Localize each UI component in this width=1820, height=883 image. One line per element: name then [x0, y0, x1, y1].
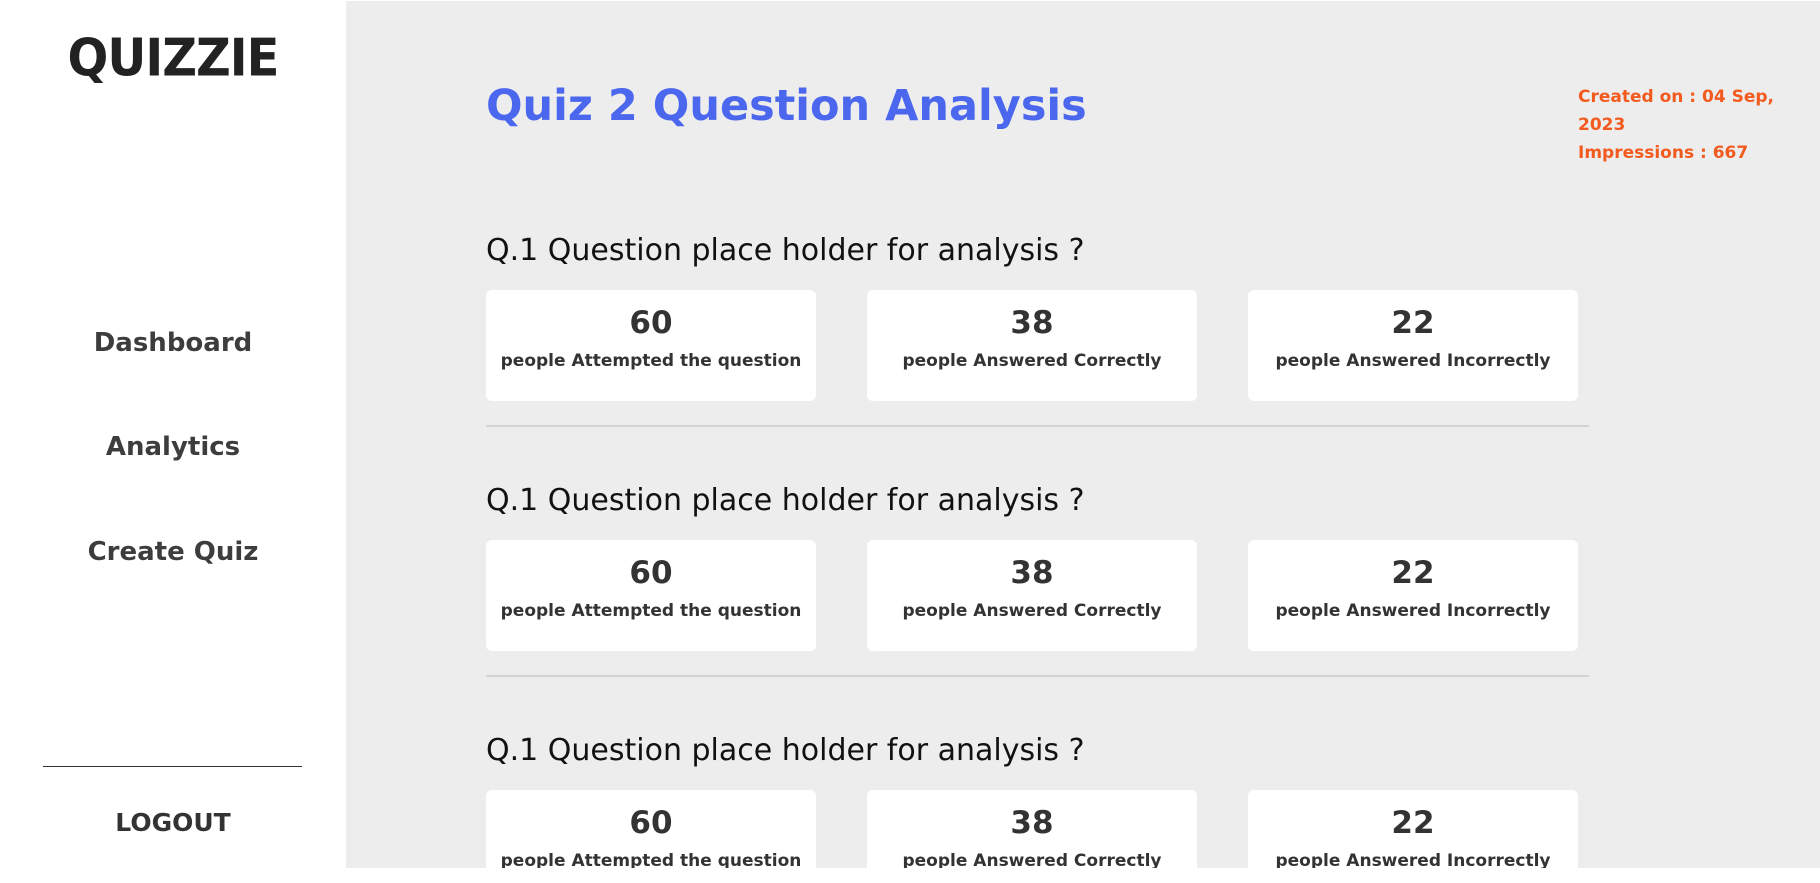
attempted-label: people Attempted the question — [500, 851, 802, 868]
impressions: Impressions : 667 — [1578, 143, 1749, 163]
attempted-card: 60 people Attempted the question — [486, 790, 816, 868]
attempted-label: people Attempted the question — [500, 601, 802, 621]
correct-count: 38 — [1010, 305, 1054, 341]
correct-card: 38 people Answered Correctly — [867, 540, 1197, 651]
question-block: Q.1 Question place holder for analysis ?… — [486, 476, 1589, 677]
incorrect-label: people Answered Incorrectly — [1275, 851, 1551, 868]
quiz-meta: Created on : 04 Sep, 2023 Impressions : … — [1578, 83, 1820, 167]
attempted-card: 60 people Attempted the question — [486, 540, 816, 651]
incorrect-label: people Answered Incorrectly — [1275, 351, 1551, 371]
correct-count: 38 — [1010, 555, 1054, 591]
page-title: Quiz 2 Question Analysis — [486, 81, 1087, 131]
question-block: Q.1 Question place holder for analysis ?… — [486, 726, 1589, 868]
attempted-card: 60 people Attempted the question — [486, 290, 816, 401]
question-block: Q.1 Question place holder for analysis ?… — [486, 226, 1589, 427]
question-text: Q.1 Question place holder for analysis ? — [486, 483, 1085, 518]
correct-label: people Answered Correctly — [902, 851, 1162, 868]
incorrect-count: 22 — [1391, 305, 1435, 341]
question-divider — [486, 425, 1589, 427]
main-panel: Quiz 2 Question Analysis Created on : 04… — [346, 1, 1820, 868]
attempted-count: 60 — [629, 555, 673, 591]
logout-button[interactable]: LOGOUT — [0, 808, 346, 837]
incorrect-label: people Answered Incorrectly — [1275, 601, 1551, 621]
logo: QUIZZIE — [67, 27, 280, 89]
nav-create-quiz[interactable]: Create Quiz — [0, 537, 346, 567]
incorrect-count: 22 — [1391, 555, 1435, 591]
question-divider — [486, 675, 1589, 677]
correct-label: people Answered Correctly — [902, 351, 1162, 371]
created-on: Created on : 04 Sep, 2023 — [1578, 87, 1774, 135]
attempted-count: 60 — [629, 305, 673, 341]
correct-card: 38 people Answered Correctly — [867, 790, 1197, 868]
attempted-count: 60 — [629, 805, 673, 841]
incorrect-count: 22 — [1391, 805, 1435, 841]
stat-cards: 60 people Attempted the question 38 peop… — [486, 290, 1589, 401]
app: QUIZZIE Dashboard Analytics Create Quiz … — [0, 0, 1820, 883]
question-text: Q.1 Question place holder for analysis ? — [486, 233, 1085, 268]
incorrect-card: 22 people Answered Incorrectly — [1248, 790, 1578, 868]
logout-divider — [43, 766, 302, 767]
stat-cards: 60 people Attempted the question 38 peop… — [486, 790, 1589, 868]
attempted-label: people Attempted the question — [500, 351, 802, 371]
sidebar: QUIZZIE Dashboard Analytics Create Quiz … — [0, 0, 346, 883]
nav-analytics[interactable]: Analytics — [0, 432, 346, 462]
incorrect-card: 22 people Answered Incorrectly — [1248, 290, 1578, 401]
question-text: Q.1 Question place holder for analysis ? — [486, 733, 1085, 768]
nav-dashboard[interactable]: Dashboard — [0, 328, 346, 358]
incorrect-card: 22 people Answered Incorrectly — [1248, 540, 1578, 651]
correct-label: people Answered Correctly — [902, 601, 1162, 621]
correct-count: 38 — [1010, 805, 1054, 841]
correct-card: 38 people Answered Correctly — [867, 290, 1197, 401]
stat-cards: 60 people Attempted the question 38 peop… — [486, 540, 1589, 651]
